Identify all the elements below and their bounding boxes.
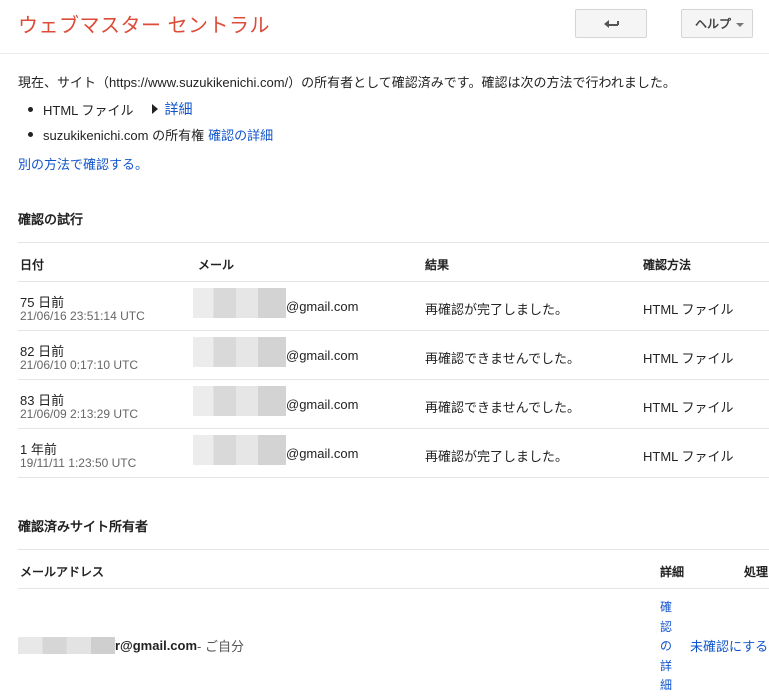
method-label: HTML ファイル — [43, 102, 134, 118]
email-domain: @gmail.com — [286, 397, 359, 412]
bullet-icon — [28, 132, 33, 137]
self-label: - ご自分 — [197, 639, 244, 654]
divider — [18, 242, 769, 243]
email-domain: @gmail.com — [286, 348, 359, 363]
column-header-result: 結果 — [425, 258, 450, 272]
redacted-email — [193, 337, 286, 367]
attempt-result: 再確認できませんでした。 — [425, 351, 580, 366]
chevron-down-icon — [736, 23, 744, 27]
attempt-method: HTML ファイル — [643, 449, 734, 464]
column-header-mail: メール — [198, 258, 235, 272]
attempt-timestamp: 19/11/11 1:23:50 UTC — [20, 456, 137, 470]
attempt-method: HTML ファイル — [643, 302, 734, 317]
owner-email-cell: r@gmail.com - ご自分 — [18, 636, 244, 655]
divider — [18, 477, 769, 478]
email-domain: @gmail.com — [286, 446, 359, 461]
divider — [18, 588, 769, 589]
column-header-action: 処理 — [744, 565, 769, 579]
owner-verification-details-link[interactable]: 確認の詳細 — [660, 598, 674, 696]
expand-triangle-icon[interactable] — [151, 104, 158, 114]
verification-details-link[interactable]: 確認の詳細 — [208, 125, 273, 144]
divider — [18, 281, 769, 282]
verify-another-method-link[interactable]: 別の方法で確認する。 — [18, 154, 148, 173]
owner-email: r@gmail.com — [115, 638, 198, 653]
column-header-email: メールアドレス — [20, 565, 105, 579]
email-domain: @gmail.com — [286, 299, 359, 314]
attempt-result: 再確認が完了しました。 — [425, 449, 569, 464]
attempt-method: HTML ファイル — [643, 351, 734, 366]
column-header-method: 確認方法 — [643, 258, 692, 272]
unverify-link[interactable]: 未確認にする — [690, 636, 768, 655]
back-arrow-icon — [604, 19, 619, 28]
details-link[interactable]: 詳細 — [165, 99, 193, 119]
column-header-details: 詳細 — [660, 565, 685, 579]
redacted-email — [18, 637, 115, 654]
divider — [18, 330, 769, 331]
method-label: suzukikenichi.com の所有権 — [43, 128, 205, 143]
back-button[interactable] — [575, 9, 647, 38]
header-bar: ウェブマスター セントラル ヘルプ — [0, 0, 769, 54]
bullet-icon — [28, 106, 33, 112]
attempt-method: HTML ファイル — [643, 400, 734, 415]
verification-status-text: 現在、サイト（https://www.suzukikenichi.com/）の所… — [18, 75, 676, 90]
owners-section-title: 確認済みサイト所有者 — [18, 519, 149, 534]
method-item-domain: suzukikenichi.com の所有権 確認の詳細 — [28, 125, 273, 144]
redacted-email — [193, 386, 286, 416]
attempt-result: 再確認できませんでした。 — [425, 400, 580, 415]
divider — [18, 549, 769, 550]
attempt-timestamp: 21/06/10 0:17:10 UTC — [20, 358, 139, 372]
attempt-timestamp: 21/06/16 23:51:14 UTC — [20, 309, 145, 323]
redacted-email — [193, 435, 286, 465]
redacted-email — [193, 288, 286, 318]
column-header-date: 日付 — [20, 258, 45, 272]
divider — [18, 379, 769, 380]
divider — [18, 428, 769, 429]
attempts-section-title: 確認の試行 — [18, 212, 84, 227]
attempt-result: 再確認が完了しました。 — [425, 302, 569, 317]
method-item-html-file: HTML ファイル 詳細 — [28, 99, 193, 119]
help-dropdown-button[interactable]: ヘルプ — [681, 9, 753, 38]
attempt-timestamp: 21/06/09 2:13:29 UTC — [20, 407, 139, 421]
app-title: ウェブマスター セントラル — [18, 15, 271, 37]
help-label: ヘルプ — [695, 17, 732, 31]
